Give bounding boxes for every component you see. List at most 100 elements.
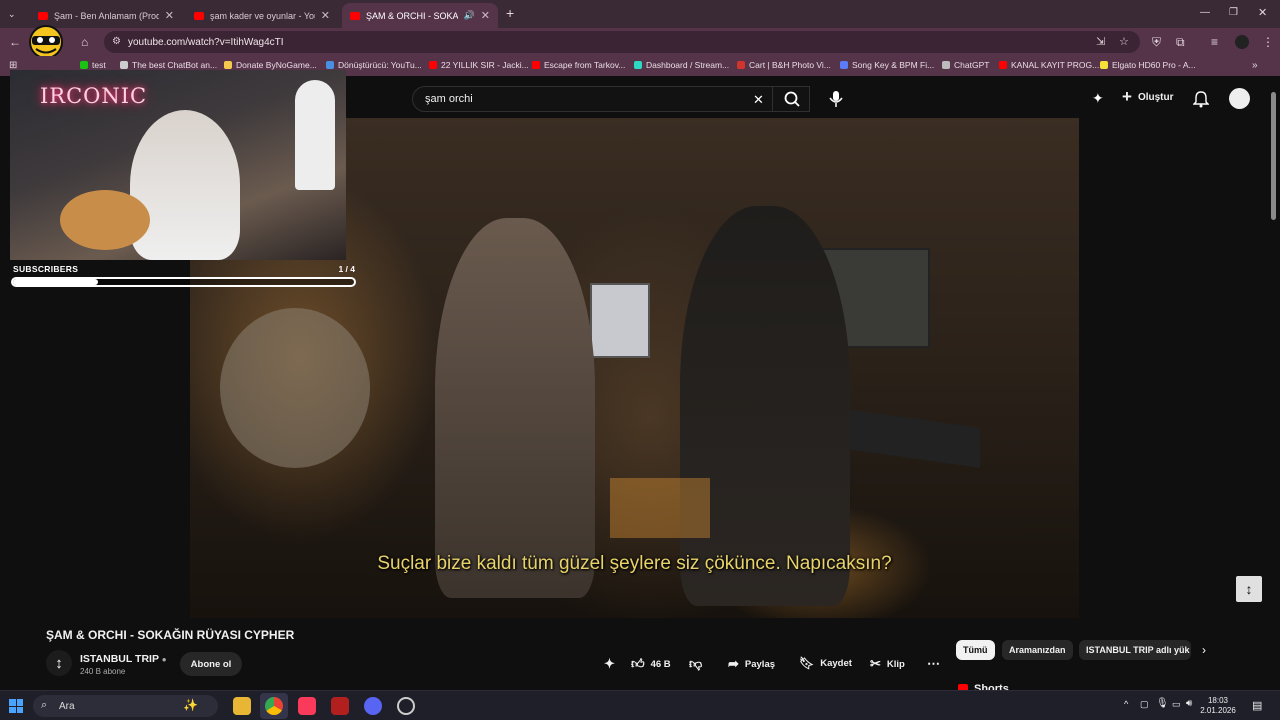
ai-sparkle-icon[interactable]: ✦ [1092,90,1104,107]
performer-right [680,206,850,606]
more-actions-button[interactable]: ⋯ [927,656,940,672]
obs-app-icon[interactable] [397,697,415,715]
tab-3-active[interactable]: ŞAM & ORCHI - SOKAĞIN R 🔊 ✕ [342,3,498,28]
like-count: 46 B [650,658,671,670]
tray-mic-icon[interactable]: 🎙︎ [1156,698,1169,709]
ai-ask-button[interactable]: ✦ [604,656,615,672]
create-label: Oluştur [1137,91,1174,103]
bookmark-favicon-icon [634,61,642,69]
taskbar-search[interactable]: ⌕ Ara ✨ [33,695,218,717]
tab-2[interactable]: şam kader ve oyunlar - YouTub ✕ [186,3,338,28]
channel-avatar[interactable]: ↕ [46,650,72,676]
bookmark-favicon-icon [840,61,848,69]
bookmark-star-icon[interactable]: ☆ [1119,35,1129,48]
music-app-icon[interactable] [298,697,316,715]
more-dots-icon: ⋯ [927,656,940,671]
bookmark-item[interactable]: test [80,60,106,70]
video-subtitle: Suçlar bize kaldı tüm güzel şeylere siz … [377,553,892,574]
bookmark-favicon-icon [737,61,745,69]
chip-channel-uploads[interactable]: ISTANBUL TRIP adlı yük [1079,640,1191,660]
more-bookmarks-icon[interactable]: » [1252,60,1258,72]
install-app-icon[interactable]: ⇲ [1096,35,1105,48]
bookmark-item[interactable]: ChatGPT [942,60,989,70]
bookmark-item[interactable]: Elgato HD60 Pro - A... [1100,60,1196,70]
window-close-icon[interactable]: ✕ [1258,7,1267,19]
bookmark-label: Escape from Tarkov... [544,60,626,70]
tab-close-icon[interactable]: ✕ [321,9,330,22]
new-tab-icon[interactable]: + [506,6,514,20]
address-bar[interactable]: ⚙ youtube.com/watch?v=ItihWag4cTI ⇲ ☆ [104,31,1140,53]
youtube-favicon-icon [350,11,360,20]
audio-playing-icon[interactable]: 🔊 [464,10,475,21]
subscribers-goal-fill [13,279,99,285]
clip-button[interactable]: ✂ Klip [870,656,905,672]
create-button[interactable]: + Oluştur [1122,88,1174,105]
tab-close-icon[interactable]: ✕ [165,9,174,22]
video-editor-app-icon[interactable] [331,697,349,715]
browser-toolbar: ← ⌂ ⚙ youtube.com/watch?v=ItihWag4cTI ⇲ … [0,25,1280,59]
bookmark-item[interactable]: Escape from Tarkov... [532,60,625,70]
windows-start-icon[interactable] [9,699,23,713]
bookmark-label: Cart | B&H Photo Vi... [749,60,831,70]
bookmark-item[interactable]: Donate ByNoGame... [224,60,317,70]
channel-watermark-icon[interactable]: ↕ [1236,576,1262,602]
cat-figure [60,190,150,250]
site-info-icon[interactable]: ⚙ [112,36,121,47]
extensions-puzzle-icon[interactable]: ⧉ [1176,36,1185,48]
notification-center-icon[interactable]: ▤ [1252,699,1262,712]
bookmark-item[interactable]: KANAL KAYIT PROG... [999,60,1099,70]
bookmark-item[interactable]: Dashboard / Stream... [634,60,729,70]
tray-network-icon[interactable]: ▭ [1172,699,1181,710]
channel-name[interactable]: ISTANBUL TRIP ● [80,653,167,665]
taskbar-search-text: Ara [59,700,75,712]
bookmark-item[interactable]: 22 YILLIK SIR - Jacki... [429,60,529,70]
search-input[interactable]: şam orchi ✕ [412,86,810,112]
minimize-icon[interactable]: — [1200,7,1210,19]
bookmark-item[interactable]: Song Key & BPM Fi... [840,60,934,70]
chip-from-search[interactable]: Aramanızdan [1002,640,1073,660]
voice-search-icon[interactable] [828,90,844,108]
tab-title: ŞAM & ORCHI - SOKAĞIN R [366,10,458,21]
page-scrollbar[interactable] [1271,92,1276,220]
tray-device-icon[interactable]: ▢ [1140,699,1149,710]
chrome-app-icon[interactable] [265,697,283,715]
account-avatar[interactable] [1229,88,1250,109]
ai-sparkle-icon: ✦ [604,656,615,671]
restore-icon[interactable]: ❐ [1229,7,1238,19]
tray-overflow-icon[interactable]: ^ [1124,699,1128,709]
system-clock[interactable]: 18:03 2.01.2026 [1196,696,1240,716]
bookmark-favicon-icon [429,61,437,69]
share-button[interactable]: ➦ Paylaş [728,656,775,672]
search-button[interactable] [772,86,810,112]
chip-all[interactable]: Tümü [956,640,995,660]
save-button[interactable]: 🔖︎ Kaydet [799,656,852,670]
dislike-button[interactable]: 👎︎ [689,656,702,672]
home-icon[interactable]: ⌂ [81,36,88,48]
bookmark-item[interactable]: Cart | B&H Photo Vi... [737,60,831,70]
tab-close-icon[interactable]: ✕ [481,9,490,22]
file-explorer-icon[interactable] [233,697,251,715]
discord-app-icon[interactable] [364,697,382,715]
subscribe-button[interactable]: Abone ol [180,652,242,676]
bookmark-favicon-icon [532,61,540,69]
bookmark-label: Elgato HD60 Pro - A... [1112,60,1196,70]
youtube-favicon-icon [38,11,48,20]
bookmark-item[interactable]: Dönüştürücü: YouTu... [326,60,422,70]
browser-menu-icon[interactable]: ⋮ [1262,36,1274,48]
subscribers-goal-label: SUBSCRIBERS [13,264,79,274]
bookmark-item[interactable]: The best ChatBot an... [120,60,217,70]
chips-next-icon[interactable]: › [1202,643,1206,657]
media-control-icon[interactable]: ≡ [1211,36,1218,48]
profile-avatar[interactable] [1235,35,1249,49]
copilot-sparkle-icon: ✨ [183,698,198,712]
search-icon [784,91,800,107]
like-button[interactable]: 👍︎ 46 B [631,656,671,672]
clock-date: 2.01.2026 [1200,706,1236,715]
tab-search-chevron-icon[interactable]: ⌄ [8,8,16,20]
back-icon[interactable]: ← [9,36,21,48]
notifications-bell-icon[interactable] [1193,90,1209,108]
shield-extension-icon[interactable]: ⛨ [1152,36,1161,48]
clear-search-icon[interactable]: ✕ [753,92,764,108]
subscribers-goal-count: 1 / 4 [338,264,355,274]
tray-volume-icon[interactable]: 🔊︎ [1186,698,1192,709]
